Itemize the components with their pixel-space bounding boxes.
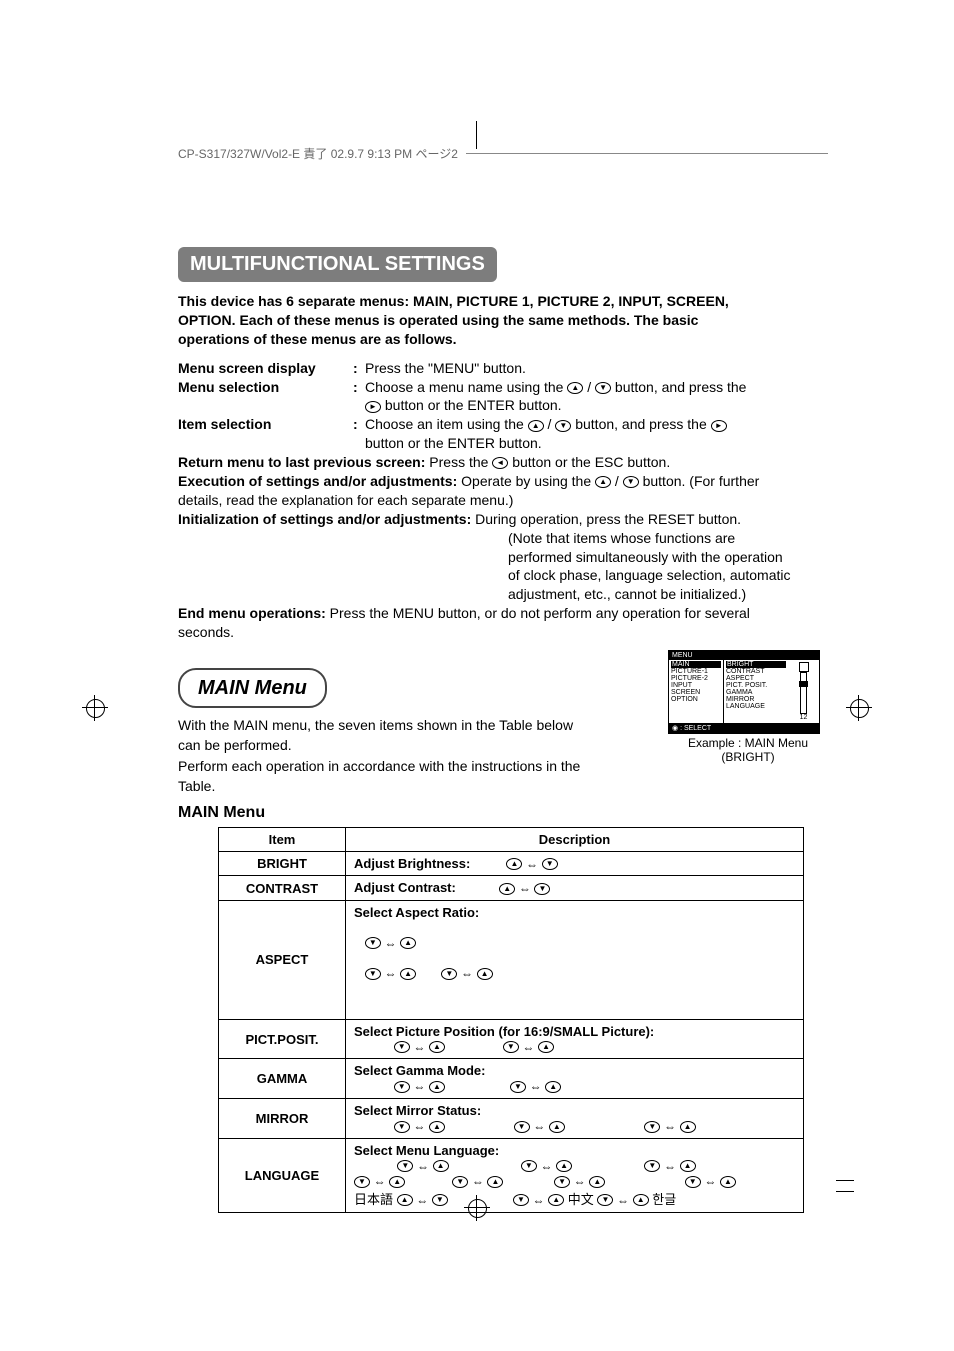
th-item: Item: [219, 827, 346, 851]
page-content: CP-S317/327W/Vol2-E 責了 02.9.7 9:13 PM ペー…: [178, 145, 828, 1213]
right-icon: ►: [711, 420, 727, 432]
table-row: BRIGHT Adjust Brightness: ▲ ⇔ ▼: [219, 851, 804, 876]
main-menu-desc1: With the MAIN menu, the seven items show…: [178, 716, 598, 755]
left-icon: ◄: [492, 457, 508, 469]
down-icon: ▼: [595, 382, 611, 394]
up-icon: ▲: [528, 420, 544, 432]
op-init: Initialization of settings and/or adjust…: [178, 510, 798, 604]
print-header: CP-S317/327W/Vol2-E 責了 02.9.7 9:13 PM ペー…: [178, 145, 828, 162]
table-row: MIRROR Select Mirror Status: ▼ ⇔ ▲ ▼ ⇔ ▲…: [219, 1099, 804, 1139]
op-exec: Execution of settings and/or adjustments…: [178, 472, 798, 510]
intro-paragraph: This device has 6 separate menus: MAIN, …: [178, 292, 748, 349]
op-end: End menu operations: Press the MENU butt…: [178, 604, 798, 642]
up-icon: ▲: [595, 476, 611, 488]
op-menu-selection: Menu selection : Choose a menu name usin…: [178, 378, 798, 416]
right-icon: ►: [365, 401, 381, 413]
down-icon: ▼: [555, 420, 571, 432]
op-menu-display: Menu screen display : Press the "MENU" b…: [178, 359, 798, 378]
op-body: Press the "MENU" button.: [365, 359, 798, 378]
main-menu-desc2: Perform each operation in accordance wit…: [178, 757, 598, 796]
up-icon: ▲: [567, 382, 583, 394]
op-label: Menu selection: [178, 378, 353, 397]
crop-mark: [846, 695, 872, 721]
edge-marks: [836, 1170, 854, 1202]
table-row: GAMMA Select Gamma Mode: ▼ ⇔ ▲ ▼ ⇔ ▲: [219, 1059, 804, 1099]
op-body: Choose an item using the ▲ / ▼ button, a…: [365, 415, 798, 453]
op-return: Return menu to last previous screen: Pre…: [178, 453, 798, 472]
table-row: LANGUAGE Select Menu Language: ▼ ⇔ ▲ ▼ ⇔…: [219, 1138, 804, 1212]
op-body: Choose a menu name using the ▲ / ▼ butto…: [365, 378, 798, 416]
main-menu-table: Item Description BRIGHT Adjust Brightnes…: [218, 827, 804, 1213]
table-row: CONTRAST Adjust Contrast: ▲ ⇔ ▼: [219, 876, 804, 901]
op-item-selection: Item selection : Choose an item using th…: [178, 415, 798, 453]
menu-example: MENU MAIN PICTURE-1 PICTURE-2 INPUT SCRE…: [668, 650, 820, 734]
down-icon: ▼: [623, 476, 639, 488]
table-title: MAIN Menu: [178, 802, 598, 824]
op-label: Menu screen display: [178, 359, 353, 378]
th-desc: Description: [346, 827, 804, 851]
main-menu-pill: MAIN Menu: [178, 668, 327, 708]
operations-block: Menu screen display : Press the "MENU" b…: [178, 359, 798, 642]
table-row: PICT.POSIT. Select Picture Position (for…: [219, 1019, 804, 1059]
table-row: ASPECT Select Aspect Ratio: ▼ ⇔ ▲ ▼ ⇔ ▲ …: [219, 900, 804, 1019]
op-label: Item selection: [178, 415, 353, 434]
example-caption: Example : MAIN Menu (BRIGHT): [668, 736, 828, 764]
crop-mark: [82, 695, 108, 721]
section-title: MULTIFUNCTIONAL SETTINGS: [178, 247, 497, 282]
header-slug: CP-S317/327W/Vol2-E 責了 02.9.7 9:13 PM ペー…: [178, 145, 458, 162]
